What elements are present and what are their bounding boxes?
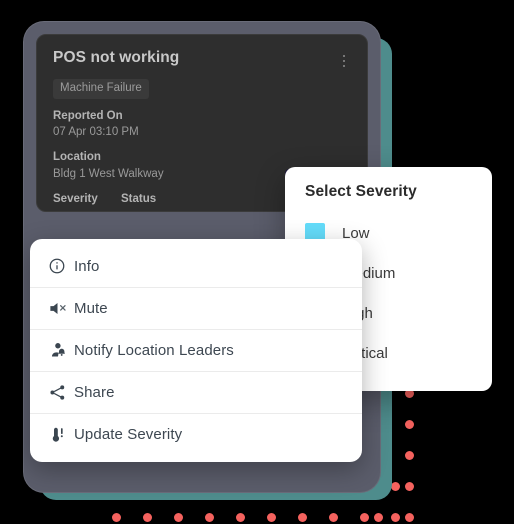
incident-card-header: POS not working [53,49,351,71]
menu-item-share[interactable]: Share [30,371,362,413]
reported-on-label: Reported On [53,109,123,122]
decor-dot [143,513,152,522]
notify-leaders-icon [48,341,74,360]
status-label: Status [121,192,157,205]
menu-item-notify-location-leaders[interactable]: Notify Location Leaders [30,329,362,371]
menu-item-label: Mute [74,300,108,317]
kebab-menu-icon[interactable] [337,51,351,71]
menu-item-label: Notify Location Leaders [74,342,234,359]
incident-type-chip: Machine Failure [53,79,149,99]
severity-column: Severity Critical [53,192,121,211]
decor-dot [360,513,369,522]
severity-label: Severity [53,192,98,205]
decor-dot [374,513,383,522]
context-menu: Info Mute Notify Location Leaders Share Upda… [30,239,362,462]
select-severity-title: Select Severity [305,183,417,200]
location-label: Location [53,151,101,164]
decor-dot [236,513,245,522]
decor-dot [112,513,121,522]
decor-dot [174,513,183,522]
decor-dot [329,513,338,522]
decor-dot [405,513,414,522]
context-menu-list: Info Mute Notify Location Leaders Share Upda… [30,245,362,455]
menu-item-update-severity[interactable]: Update Severity [30,413,362,455]
decor-dot [405,420,414,429]
decor-dot [405,482,414,491]
menu-item-mute[interactable]: Mute [30,287,362,329]
menu-item-label: Update Severity [74,426,183,443]
reported-on-value: 07 Apr 03:10 PM [53,126,139,139]
decor-dot [298,513,307,522]
decor-dot [267,513,276,522]
menu-item-label: Info [74,257,100,275]
decor-dot [391,482,400,491]
decor-dot [205,513,214,522]
thermometer-icon [48,425,74,444]
info-icon [48,257,74,275]
status-column: Status OPEN [121,192,189,211]
menu-item-label: Share [74,384,115,401]
menu-item-info[interactable]: Info [30,245,362,287]
mute-icon [48,299,74,318]
decor-dot [391,513,400,522]
incident-title: POS not working [53,49,180,66]
decor-dot [405,451,414,460]
share-icon [48,383,74,402]
screenshot-stage: POS not working Machine Failure Reported… [0,0,514,524]
